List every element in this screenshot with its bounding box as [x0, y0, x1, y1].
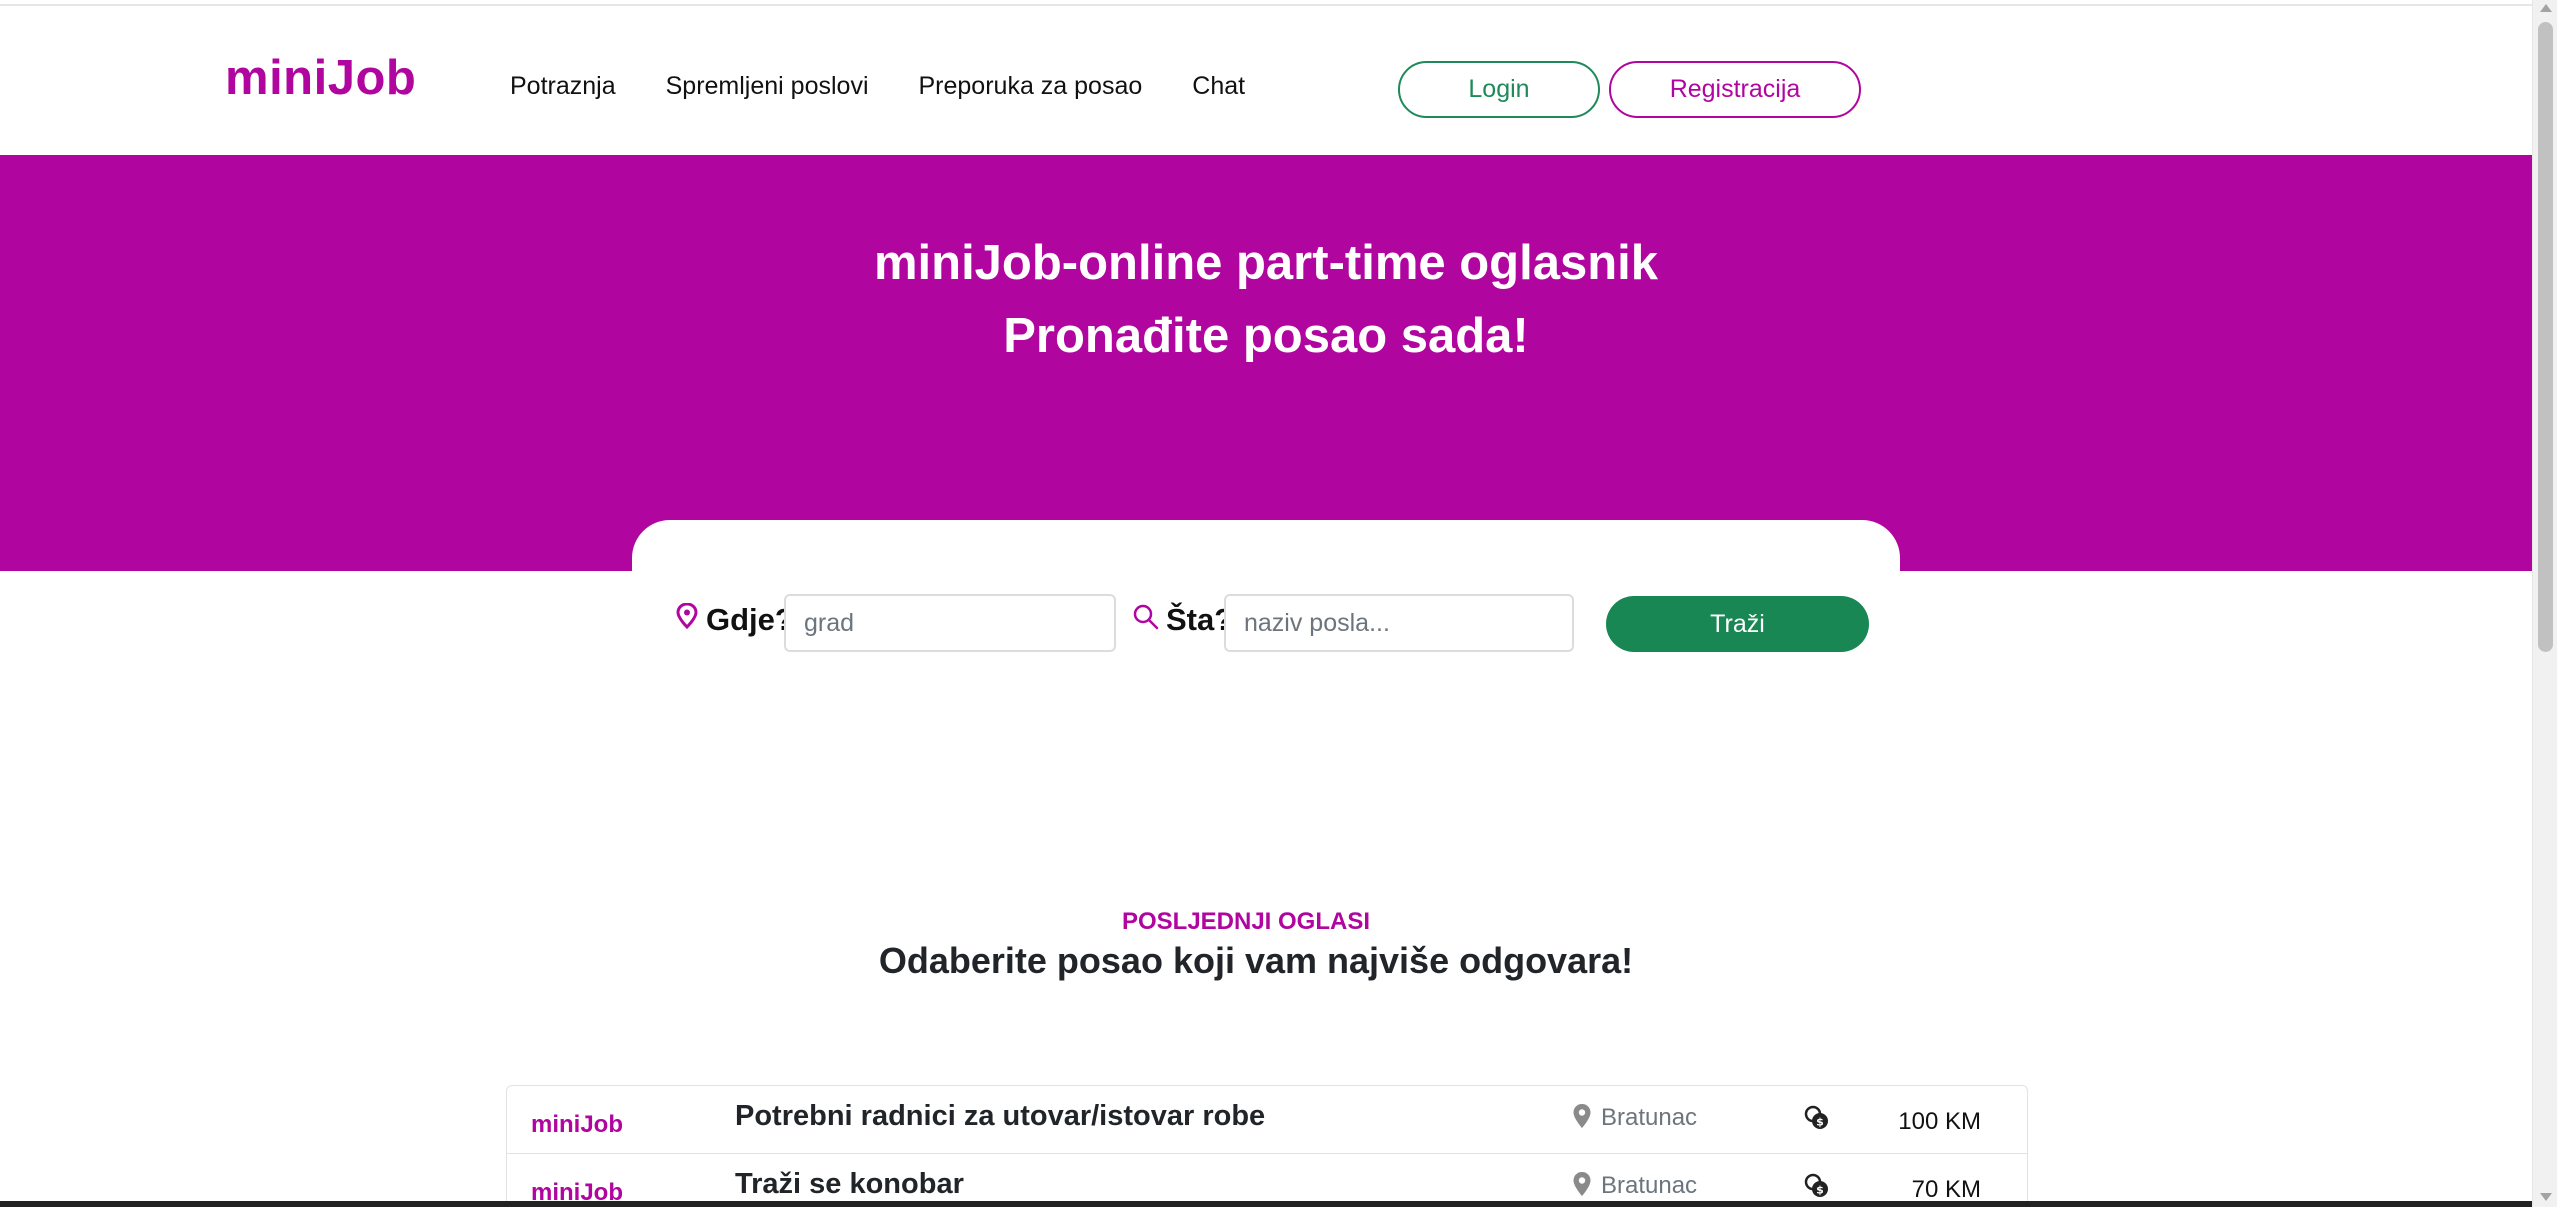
city-input[interactable]	[784, 594, 1116, 652]
nav-links: Potraznja Spremljeni poslovi Preporuka z…	[510, 72, 1295, 101]
search-icon	[1133, 604, 1159, 630]
job-pay: 100 KM	[1898, 1108, 1981, 1135]
login-button[interactable]: Login	[1398, 61, 1600, 118]
job-list: miniJob Potrebni radnici za utovar/istov…	[506, 1085, 2028, 1207]
job-city: Bratunac	[1601, 1172, 1698, 1199]
job-title[interactable]: Traži se konobar	[735, 1168, 964, 1201]
scroll-up-arrow-icon[interactable]	[2540, 4, 2552, 12]
section-title: Odaberite posao koji vam najviše odgovar…	[878, 940, 1634, 981]
nav-link-saved-jobs[interactable]: Spremljeni poslovi	[666, 72, 869, 101]
job-city: Bratunac	[1601, 1104, 1698, 1131]
scroll-down-arrow-icon[interactable]	[2540, 1193, 2552, 1201]
svg-text:$: $	[1816, 1184, 1824, 1197]
job-company-logo: miniJob	[531, 1111, 624, 1138]
job-pay: 70 KM	[1911, 1176, 1981, 1203]
hero-banner: miniJob-online part-time oglasnik Pronađ…	[0, 155, 2532, 571]
site-logo[interactable]: miniJob	[225, 50, 416, 106]
hero-subtitle: Pronađite posao sada!	[1003, 309, 1529, 363]
location-pin-icon	[1573, 1172, 1591, 1196]
job-name-input[interactable]	[1224, 594, 1574, 652]
location-pin-icon	[676, 603, 698, 629]
coins-icon: $	[1804, 1105, 1828, 1129]
location-pin-icon	[1573, 1104, 1591, 1128]
where-label: Gdje?	[706, 602, 794, 637]
search-button[interactable]: Traži	[1606, 596, 1869, 652]
section-eyebrow: POSLJEDNJI OGLASI	[1121, 908, 1371, 935]
taskbar-edge	[0, 1201, 2532, 1207]
svg-text:$: $	[1816, 1116, 1824, 1129]
job-row[interactable]: miniJob Potrebni radnici za utovar/istov…	[507, 1086, 2027, 1154]
nav-link-potraznja[interactable]: Potraznja	[510, 72, 616, 101]
job-title[interactable]: Potrebni radnici za utovar/istovar robe	[735, 1100, 1265, 1133]
scroll-thumb[interactable]	[2538, 22, 2553, 652]
job-row[interactable]: miniJob Traži se konobar Bratunac $ 70 K…	[507, 1154, 2027, 1207]
navbar: miniJob Potraznja Spremljeni poslovi Pre…	[0, 6, 2532, 155]
hero-title: miniJob-online part-time oglasnik	[873, 236, 1659, 290]
nav-link-chat[interactable]: Chat	[1192, 72, 1245, 101]
nav-link-job-recommendation[interactable]: Preporuka za posao	[919, 72, 1143, 101]
vertical-scrollbar[interactable]	[2532, 0, 2557, 1207]
register-button[interactable]: Registracija	[1609, 61, 1861, 118]
coins-icon: $	[1804, 1173, 1828, 1197]
